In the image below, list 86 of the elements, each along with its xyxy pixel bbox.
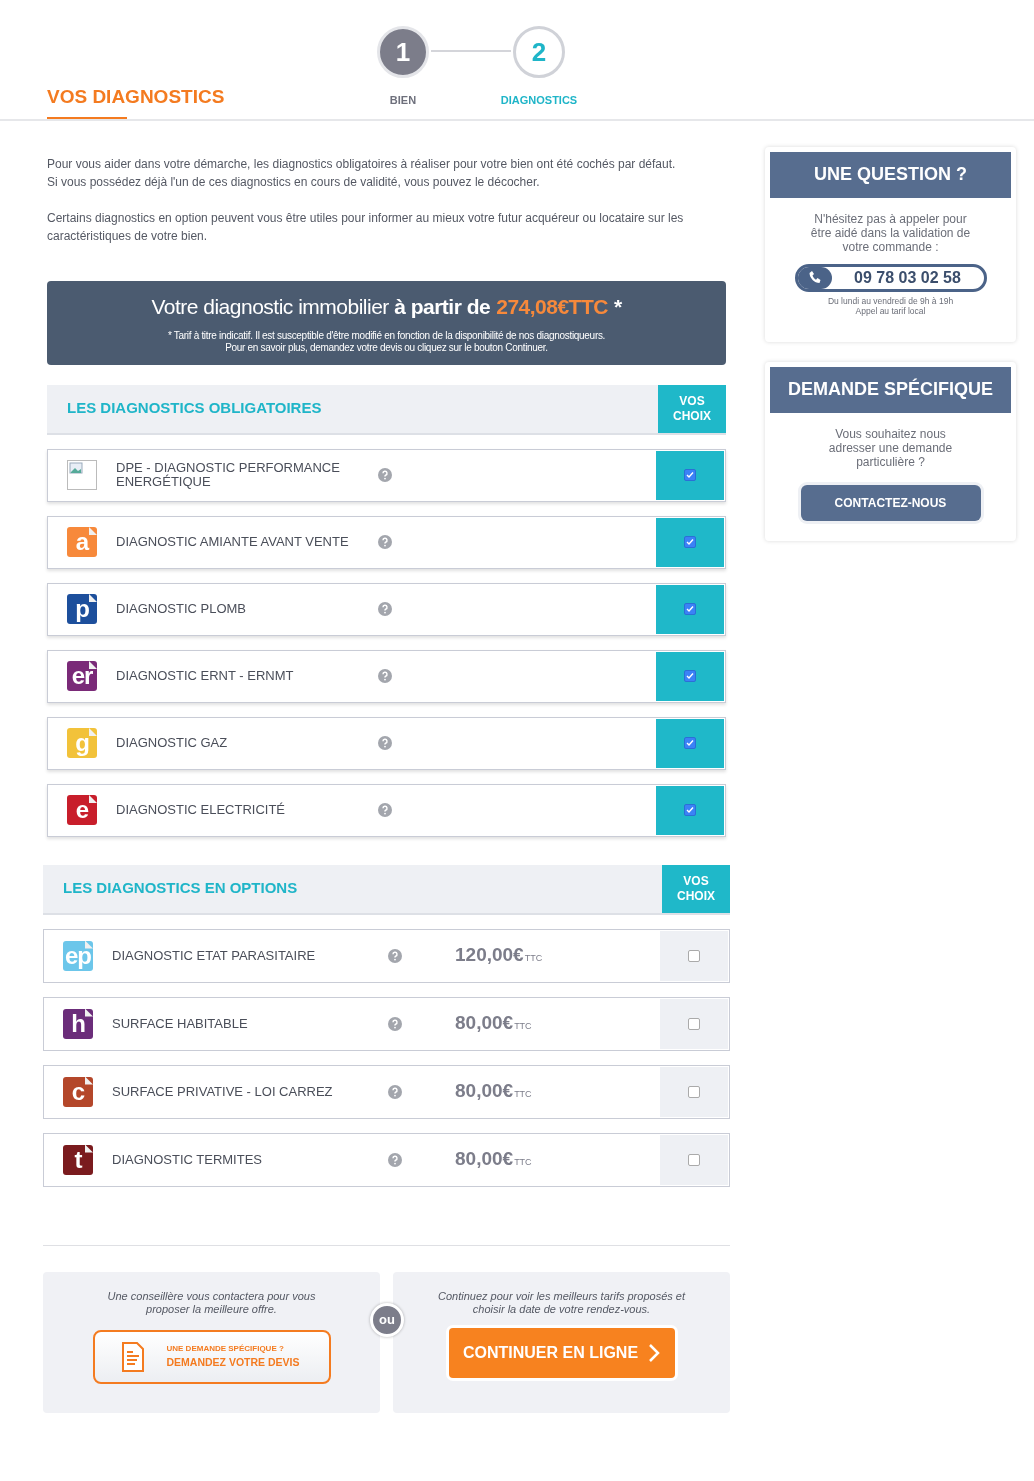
option-price: 80,00€ [455,1011,514,1036]
chevron-right-icon [648,1342,661,1363]
document-tile-icon: ep [63,940,93,971]
diagnostic-name: DIAGNOSTIC ELECTRICITÉ [116,801,287,819]
checkbox[interactable] [684,469,696,481]
document-tile-icon: t [63,1144,93,1175]
choice-column-header: VOS CHOIX [658,384,726,433]
option-price: 120,00€ [455,943,524,968]
checkbox[interactable] [684,670,696,682]
diagnostic-row[interactable]: g DIAGNOSTIC GAZ [47,716,726,770]
checkbox[interactable] [688,1153,700,1166]
document-tile-icon: a [67,527,97,557]
document-tile-icon: g [67,728,97,758]
tax-label: TTC [514,1087,532,1101]
broken-image-icon [67,460,97,490]
help-icon[interactable] [388,948,402,963]
intro-paragraph: Pour vous aider dans votre démarche, les diagnostics obligatoires à réaliser pour votre bien ont été cochés par défaut. [47,155,677,173]
intro-paragraph: Si vous possédez déjà l'un de ces diagnostics en cours de validité, vous pouvez le décocher. [47,173,541,191]
checkbox[interactable] [688,949,700,962]
section-heading: LES DIAGNOSTICS EN OPTIONS [62,878,299,899]
option-price: 80,00€ [455,1147,514,1172]
tax-label: TTC [514,1155,532,1169]
help-icon[interactable] [378,535,392,549]
card-text: Vous souhaitez nous adresser une demande particulière ? [827,426,954,469]
diagnostic-name: DIAGNOSTIC PLOMB [116,600,248,618]
document-tile-icon: er [67,661,97,691]
help-icon[interactable] [388,1152,402,1167]
diagnostic-row[interactable]: er DIAGNOSTIC ERNT - ERNMT [47,649,726,703]
banner-price: 274,08€TTC [496,293,608,320]
help-icon[interactable] [378,468,392,482]
tax-label: TTC [514,1019,532,1033]
tax-label: TTC [524,951,543,965]
diagnostic-name: DIAGNOSTIC GAZ [116,734,229,752]
document-tile-icon: h [63,1008,93,1039]
tariff-text: Appel au tarif local [854,305,927,316]
checkbox[interactable] [684,737,696,749]
option-name: DIAGNOSTIC TERMITES [112,1150,263,1169]
intro-paragraph: Certains diagnostics en option peuvent vous être utiles pour informer au mieux votre futur acquéreur ou locataire sur les caractéristiques de votre bien. [47,209,685,245]
help-icon[interactable] [378,736,392,750]
document-tile-icon: c [63,1076,93,1107]
diagnostic-name: DPE - DIAGNOSTIC PERFORMANCE ENERGÉTIQUE [116,459,341,491]
checkbox[interactable] [688,1085,700,1098]
choice-column-header: VOS CHOIX [662,864,730,913]
document-tile-icon: p [67,594,97,624]
help-icon[interactable] [378,803,392,817]
hours-text: Du lundi au vendredi de 9h à 19h [826,295,955,306]
diagnostic-row[interactable]: DPE - DIAGNOSTIC PERFORMANCE ENERGÉTIQUE [47,448,726,502]
option-row[interactable]: ep DIAGNOSTIC ETAT PARASITAIRE 120,00€TTC [43,928,730,983]
checkbox[interactable] [684,536,696,548]
phone-pill[interactable]: 09 78 03 02 58 [794,263,987,292]
diagnostic-name: DIAGNOSTIC ERNT - ERNMT [116,667,295,685]
help-icon[interactable] [378,602,392,616]
banner-asterisk: * [613,293,622,320]
phone-number: 09 78 03 02 58 [853,267,962,288]
page-title: VOS DIAGNOSTICS [47,84,225,109]
banner-headline: Votre diagnostic immobilier à partir de [151,293,491,320]
option-name: SURFACE HABITABLE [112,1014,249,1033]
panel-text: Une conseillère vous contactera pour vous proposer la meilleure offre. [106,1289,317,1316]
card-text: N'hésitez pas à appeler pour être aidé dans la validation de votre commande : [809,211,972,254]
step-label: DIAGNOSTICS [500,93,578,108]
document-tile-icon: e [67,795,97,825]
card-title: DEMANDE SPÉCIFIQUE [770,366,1011,413]
option-price: 80,00€ [455,1079,514,1104]
option-name: DIAGNOSTIC ETAT PARASITAIRE [112,946,317,965]
help-icon[interactable] [378,669,392,683]
help-icon[interactable] [388,1084,402,1099]
diagnostic-row[interactable]: p DIAGNOSTIC PLOMB [47,582,726,636]
step-label: BIEN [389,93,417,108]
diagnostic-name: DIAGNOSTIC AMIANTE AVANT VENTE [116,533,350,551]
help-icon[interactable] [388,1016,402,1031]
diagnostic-row[interactable]: a DIAGNOSTIC AMIANTE AVANT VENTE [47,515,726,569]
document-icon [120,1341,145,1372]
banner-note: Pour en savoir plus, demandez votre devis ou cliquez sur le bouton Continuer. [225,342,548,354]
banner-note: * Tarif à titre indicatif. Il est susceptible d'être modifié en fonction de la disponibilité de nos diagnostiqueurs. [167,330,606,342]
checkbox[interactable] [684,603,696,615]
contact-button[interactable]: CONTACTEZ-NOUS [800,484,981,521]
option-name: SURFACE PRIVATIVE - LOI CARREZ [112,1082,334,1101]
checkbox[interactable] [684,804,696,816]
diagnostic-row[interactable]: e DIAGNOSTIC ELECTRICITÉ [47,783,726,837]
checkbox[interactable] [688,1017,700,1030]
card-title: UNE QUESTION ? [770,151,1011,198]
panel-text: Continuez pour voir les meilleurs tarifs proposés et choisir la date de votre rendez-vous. [437,1289,687,1316]
option-row[interactable]: h SURFACE HABITABLE 80,00€TTC [43,996,730,1051]
option-row[interactable]: t DIAGNOSTIC TERMITES 80,00€TTC [43,1132,730,1187]
option-row[interactable]: c SURFACE PRIVATIVE - LOI CARREZ 80,00€TTC [43,1064,730,1119]
section-heading: LES DIAGNOSTICS OBLIGATOIRES [66,398,323,419]
